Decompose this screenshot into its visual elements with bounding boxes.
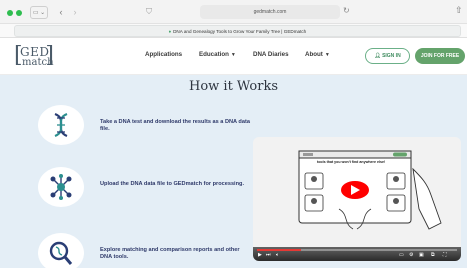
gedmatch-favicon-icon: ♦	[168, 29, 172, 34]
video-player[interactable]: tools that you won't find anywhere else!…	[253, 137, 461, 261]
nav-label: Education	[199, 51, 229, 58]
video-progress-bar[interactable]	[257, 249, 457, 251]
back-arrow-icon[interactable]: ‹	[56, 6, 66, 19]
site-header: [ GED match ] Applications Education ▼ DN…	[0, 38, 467, 75]
window-control-icon[interactable]	[7, 10, 13, 16]
video-progress-fill	[257, 249, 301, 251]
nav-label: Applications	[145, 51, 183, 58]
step-1-text: Take a DNA test and download the results…	[100, 119, 250, 132]
video-caption: tools that you won't find anywhere else!	[317, 160, 386, 164]
how-it-works-section: How it Works Take a DNA test and downloa…	[0, 75, 467, 268]
address-bar[interactable]: gedmatch.com	[200, 5, 340, 19]
nav-dna-diaries[interactable]: DNA Diaries	[253, 51, 289, 58]
network-nodes-icon	[38, 167, 84, 207]
youtube-icon[interactable]: ▣	[419, 252, 424, 258]
gedmatch-logo[interactable]: [ GED match ]	[14, 44, 54, 70]
forward-arrow-icon[interactable]: ›	[70, 6, 80, 19]
join-button[interactable]: JOIN FOR FREE	[415, 48, 465, 64]
caret-down-icon: ▼	[230, 52, 236, 58]
sign-in-label: SIGN IN	[382, 53, 401, 59]
fullscreen-icon[interactable]: ⛶	[443, 252, 447, 258]
dna-helix-icon	[38, 105, 84, 145]
caret-down-icon: ▼	[324, 52, 330, 58]
window-control-icon[interactable]	[16, 10, 22, 16]
tab-active[interactable]: ♦ DNA and Genealogy Tools to Grow Your Fa…	[14, 25, 461, 37]
step-3-text: Explore matching and comparison reports …	[100, 247, 240, 260]
share-icon[interactable]: ⇧	[455, 5, 463, 16]
nav-education[interactable]: Education ▼	[199, 51, 236, 58]
step-2-text: Upload the DNA data file to GEDmatch for…	[100, 181, 245, 187]
nav-label: DNA Diaries	[253, 51, 289, 58]
subtitles-icon[interactable]: ▭	[399, 252, 404, 258]
section-title: How it Works	[188, 79, 278, 94]
tab-title: DNA and Genealogy Tools to Grow Your Fam…	[173, 29, 307, 34]
browser-toolbar: ▭ ⌄ ‹ › ⛉ gedmatch.com ↻ ⇧	[0, 0, 467, 24]
next-icon[interactable]: ⏭	[266, 252, 271, 258]
user-icon: 👤︎	[374, 53, 381, 59]
nav-about[interactable]: About ▼	[305, 51, 330, 58]
play-icon[interactable]: ▶	[258, 252, 262, 258]
sign-in-button[interactable]: 👤︎ SIGN IN	[365, 48, 410, 64]
nav-label: About	[305, 51, 323, 58]
volume-icon[interactable]: 🔈︎	[276, 252, 279, 258]
miniplayer-icon[interactable]: ⧉	[431, 252, 435, 258]
reload-icon[interactable]: ↻	[343, 6, 350, 15]
settings-icon[interactable]: ⚙	[409, 252, 413, 258]
magnify-dna-icon	[38, 233, 84, 268]
video-controls: ▶ ⏭ 🔈︎ ▭ ⚙ ▣ ⧉ ⛶	[253, 247, 461, 261]
shield-icon: ⛉	[146, 7, 152, 16]
nav-applications[interactable]: Applications	[145, 51, 182, 58]
sidebar-toggle-icon[interactable]: ▭ ⌄	[30, 6, 48, 19]
logo-bracket-right: ]	[45, 43, 54, 68]
tab-strip: ♦ DNA and Genealogy Tools to Grow Your Fa…	[0, 24, 467, 38]
